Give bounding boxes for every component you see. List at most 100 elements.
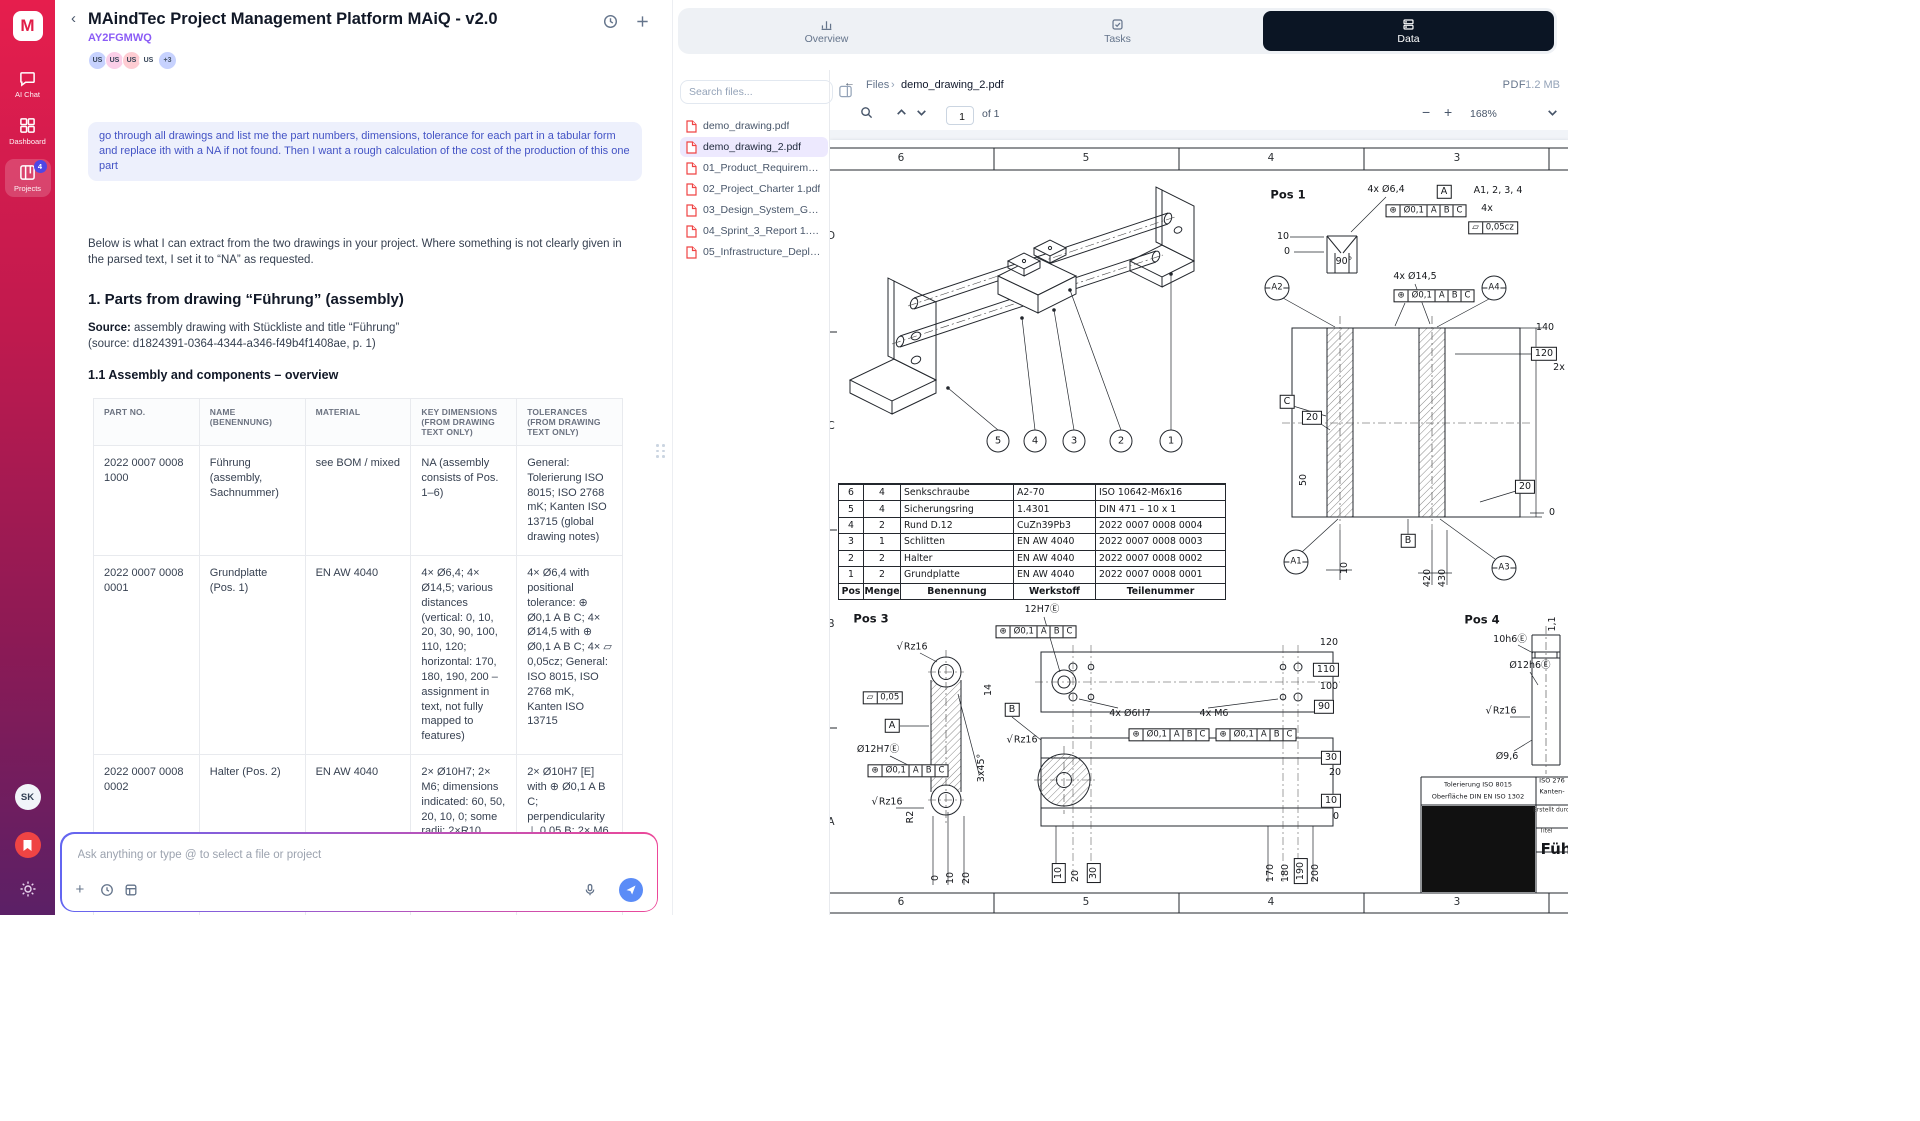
send-button[interactable] xyxy=(619,878,643,902)
file-name: 01_Product_Requirements_... xyxy=(703,162,822,174)
cell-part-no: 2022 0007 0008 1000 xyxy=(94,445,200,555)
notification-avatar[interactable] xyxy=(15,832,41,858)
drawing-label: ISO 276 xyxy=(1539,777,1565,784)
avatar-overflow-count[interactable]: +3 xyxy=(158,51,177,70)
previous-page-button[interactable] xyxy=(895,106,908,124)
drawing-label: 3 xyxy=(1071,436,1077,447)
parts-table-header-row: PART NO. NAME (BENENNUNG) MATERIAL KEY D… xyxy=(94,398,623,445)
drawing-label: 10 xyxy=(1340,562,1350,574)
drawing-label: 30 xyxy=(1087,863,1101,883)
file-search-input[interactable] xyxy=(680,80,833,104)
drawing-label: Ø12H7Ⓔ xyxy=(857,745,899,755)
chat-icon xyxy=(19,70,36,87)
drawing-label: 10 xyxy=(1321,794,1341,808)
file-item[interactable]: 01_Product_Requirements_... xyxy=(680,158,828,178)
drawing-label: 200 xyxy=(1311,864,1321,882)
back-button[interactable]: ‹ xyxy=(71,9,88,29)
sidebar-item-projects[interactable]: 4 Projects xyxy=(5,159,51,197)
panel-resize-handle[interactable] xyxy=(656,444,665,458)
member-avatar: US xyxy=(139,51,158,70)
chat-input-container: + xyxy=(60,832,658,912)
document-canvas[interactable]: 6 4 Senkschraube A2-70 ISO 10642-M6x16 5… xyxy=(830,130,1568,915)
viewer-toolbar: of 1 − + 168% xyxy=(830,102,1568,130)
drawing-label: R2 xyxy=(906,811,916,824)
drawing-label: 10 xyxy=(1277,232,1289,242)
file-name: 04_Sprint_3_Report 1.pdf xyxy=(703,225,822,237)
file-item[interactable]: demo_drawing.pdf xyxy=(680,116,828,136)
cell-tolerances: General: Tolerierung ISO 8015; ISO 2768 … xyxy=(517,445,623,555)
parts-table-row: 2022 0007 0008 1000 Führung (assembly, S… xyxy=(94,445,623,555)
drawing-label: C xyxy=(1280,395,1295,409)
zoom-out-button[interactable]: − xyxy=(1422,106,1430,119)
viewer-back-button[interactable]: ← xyxy=(844,77,855,89)
tab-tasks[interactable]: Tasks xyxy=(972,11,1263,51)
file-item[interactable]: 04_Sprint_3_Report 1.pdf xyxy=(680,221,828,241)
column-header: PART NO. xyxy=(94,398,200,445)
file-item[interactable]: demo_drawing_2.pdf xyxy=(680,137,828,157)
file-browser: demo_drawing.pdf demo_drawing_2.pdf 01_P… xyxy=(680,80,828,262)
pdf-file-icon xyxy=(686,246,697,259)
drawing-label: 170 xyxy=(1266,864,1276,882)
pdf-file-icon xyxy=(686,141,697,154)
tab-label: Tasks xyxy=(1104,33,1131,45)
zoom-menu-button[interactable] xyxy=(1546,106,1559,124)
drawing-label: 2 xyxy=(1118,436,1124,447)
breadcrumb-files[interactable]: Files xyxy=(866,79,889,91)
drawing-label: 0 xyxy=(1284,247,1290,257)
pdf-file-icon xyxy=(686,120,697,133)
template-button[interactable] xyxy=(124,880,148,900)
drawing-label: 4x Ø6,4 xyxy=(1367,185,1404,195)
file-item[interactable]: 05_Infrastructure_Deploym... xyxy=(680,242,828,262)
history-button[interactable] xyxy=(100,880,124,900)
project-code-link[interactable]: AY2FGMWQ xyxy=(88,32,656,44)
drawing-label: Pos 3 xyxy=(853,613,888,626)
cell-name: Grundplatte (Pos. 1) xyxy=(199,555,305,754)
attach-button[interactable]: + xyxy=(76,880,100,900)
page-number-box xyxy=(946,106,974,125)
drawing-label: A xyxy=(830,817,835,829)
drawing-label: A1, 2, 3, 4 xyxy=(1474,186,1523,196)
sidebar-item-ai-chat[interactable]: AI Chat xyxy=(5,65,51,103)
tab-overview[interactable]: Overview xyxy=(681,11,972,51)
chevron-down-icon xyxy=(915,106,928,119)
tolerance-frame: ⊕Ø0,1ABC xyxy=(996,625,1077,638)
drawing-label: B xyxy=(830,619,835,631)
dashboard-icon xyxy=(19,117,36,134)
settings-button[interactable] xyxy=(19,880,37,903)
drawing-label: 90° xyxy=(1336,257,1353,267)
chat-input[interactable] xyxy=(76,848,647,862)
zoom-level: 168% xyxy=(1470,108,1497,120)
tab-data[interactable]: Data xyxy=(1263,11,1554,51)
page-number-input[interactable] xyxy=(947,108,977,127)
tolerance-frame: ⊕Ø0,1ABC xyxy=(1129,728,1210,741)
sidebar-item-label: AI Chat xyxy=(15,90,40,99)
drawing-label: 4 xyxy=(1032,436,1038,447)
drawing-label: 4x M6 xyxy=(1200,709,1229,719)
mic-button[interactable] xyxy=(583,880,607,900)
drawing-label: 430 xyxy=(1438,569,1448,587)
page-total-label: of 1 xyxy=(982,108,1000,120)
projects-badge: 4 xyxy=(34,160,47,173)
drawing-label: 30 xyxy=(1321,751,1341,765)
user-avatar[interactable]: SK xyxy=(15,784,41,810)
drawing-label: 10h6Ⓔ xyxy=(1493,635,1527,645)
drawing-label: 50 xyxy=(1299,474,1309,486)
drawing-label: 12H7Ⓔ xyxy=(1025,605,1060,615)
zoom-in-button[interactable]: + xyxy=(1444,106,1452,119)
file-item[interactable]: 02_Project_Charter 1.pdf xyxy=(680,179,828,199)
cell-dimensions: NA (assembly consists of Pos. 1–6) xyxy=(411,445,517,555)
new-chat-icon[interactable] xyxy=(635,14,650,29)
next-page-button[interactable] xyxy=(915,106,928,124)
send-icon xyxy=(625,884,637,896)
history-icon[interactable] xyxy=(603,14,618,29)
cell-dimensions: 4× Ø6,4; 4× Ø14,5; various distances (ve… xyxy=(411,555,517,754)
sidebar-item-dashboard[interactable]: Dashboard xyxy=(5,112,51,150)
tolerance-frame: ▱0,05cz xyxy=(1468,221,1518,234)
drawing-label: 0 xyxy=(931,875,941,881)
drawing-label: Tolerierung ISO 8015 xyxy=(1444,781,1512,788)
drawing-label: Titel xyxy=(1540,829,1553,836)
drawing-label: 6 xyxy=(898,153,905,165)
drawing-label: 120 xyxy=(1531,347,1557,361)
file-item[interactable]: 03_Design_System_Guideli... xyxy=(680,200,828,220)
search-in-document-button[interactable] xyxy=(860,106,873,124)
